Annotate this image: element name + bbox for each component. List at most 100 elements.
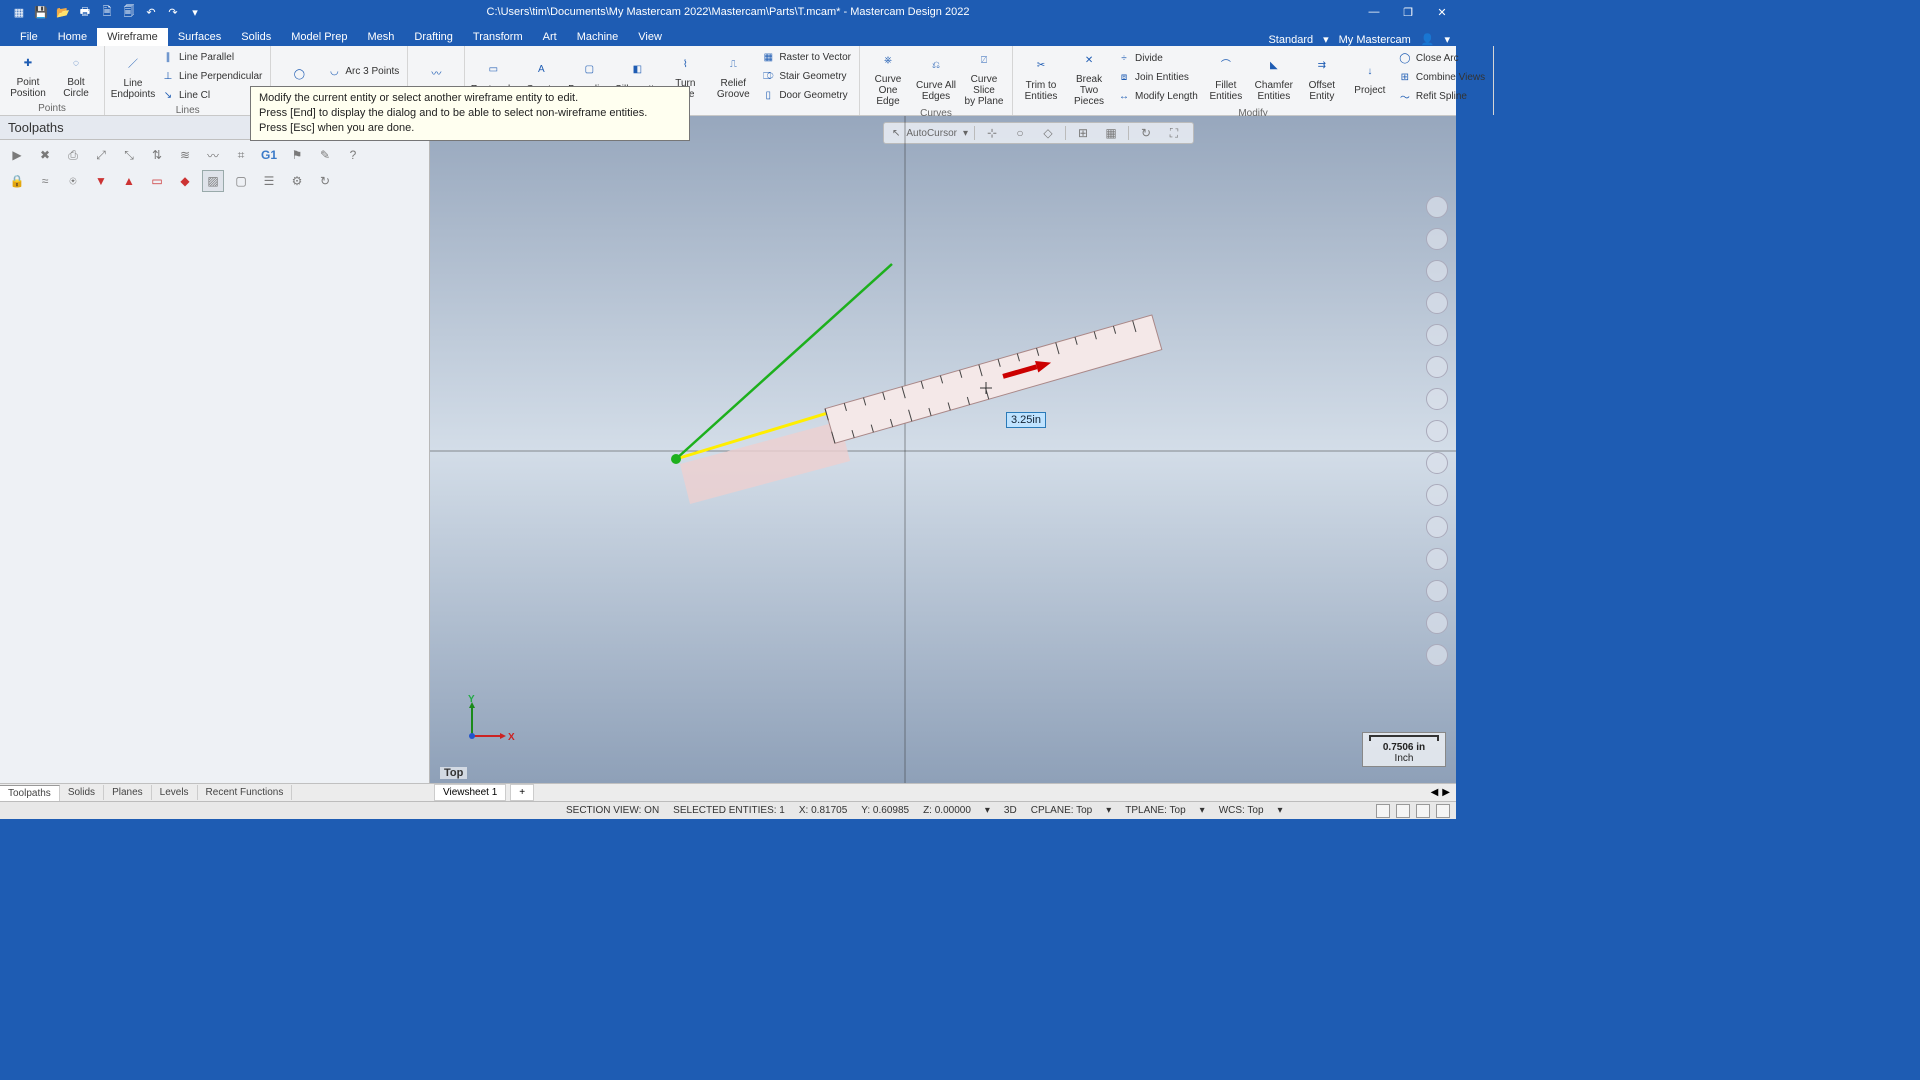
workspace-standard[interactable]: Standard xyxy=(1268,34,1313,46)
collapse-icon[interactable]: ⤡ xyxy=(118,144,140,166)
viewsheet-tab[interactable]: Viewsheet 1 xyxy=(434,784,506,801)
raster-to-vector-button[interactable]: ▦Raster to Vector xyxy=(759,48,853,66)
tab-art[interactable]: Art xyxy=(533,28,567,46)
edit-icon[interactable]: ✎ xyxy=(314,144,336,166)
scroll-left-icon[interactable]: ◀ xyxy=(1431,787,1439,798)
bolt-circle-button[interactable]: ◌Bolt Circle xyxy=(54,51,98,99)
bt-toolpaths[interactable]: Toolpaths xyxy=(0,785,60,801)
refit-spline-button[interactable]: 〜Refit Spline xyxy=(1396,88,1487,106)
rs-top-icon[interactable] xyxy=(1426,420,1448,442)
diamond-red-icon[interactable]: ◆ xyxy=(174,170,196,192)
door-geometry-button[interactable]: ▯Door Geometry xyxy=(759,86,853,104)
undo-icon[interactable]: ↶ xyxy=(144,5,158,19)
status-icon-4[interactable] xyxy=(1436,804,1450,818)
tree-icon[interactable]: ⎙ xyxy=(62,144,84,166)
tab-modelprep[interactable]: Model Prep xyxy=(281,28,357,46)
tab-solids[interactable]: Solids xyxy=(231,28,281,46)
gear-icon[interactable]: ⚙ xyxy=(286,170,308,192)
status-tplane-dropdown-icon[interactable]: ▾ xyxy=(1200,805,1205,816)
stair-geometry-button[interactable]: ⎄Stair Geometry xyxy=(759,67,853,85)
g1-button[interactable]: G1 xyxy=(258,144,280,166)
help-dropdown-icon[interactable]: ▾ xyxy=(1444,33,1450,46)
status-icon-3[interactable] xyxy=(1416,804,1430,818)
combine-views-button[interactable]: ⊞Combine Views xyxy=(1396,69,1487,87)
up-red-icon[interactable]: ▲ xyxy=(118,170,140,192)
tab-surfaces[interactable]: Surfaces xyxy=(168,28,231,46)
divide-button[interactable]: ÷Divide xyxy=(1115,50,1200,68)
status-wcs[interactable]: WCS: Top xyxy=(1219,805,1264,816)
bt-levels[interactable]: Levels xyxy=(152,785,198,800)
rect-red-icon[interactable]: ▭ xyxy=(146,170,168,192)
rs-shade-icon[interactable] xyxy=(1426,356,1448,378)
maximize-button[interactable]: ❐ xyxy=(1398,6,1418,19)
offset-entity-button[interactable]: ⇉Offset Entity xyxy=(1300,54,1344,102)
close-arc-button[interactable]: ◯Close Arc xyxy=(1396,50,1487,68)
print-icon[interactable]: 🖶 xyxy=(78,5,92,19)
ghost-icon[interactable]: ⍟ xyxy=(62,170,84,192)
trim-to-entities-button[interactable]: ✂Trim to Entities xyxy=(1019,54,1063,102)
bt-recent[interactable]: Recent Functions xyxy=(198,785,293,800)
user-icon[interactable]: 👤 xyxy=(1421,33,1435,46)
help-icon[interactable]: ? xyxy=(342,144,364,166)
tab-view[interactable]: View xyxy=(628,28,672,46)
line-parallel-button[interactable]: ∥Line Parallel xyxy=(159,48,264,66)
wave-icon[interactable]: 〰 xyxy=(202,144,224,166)
open-icon[interactable]: 📂 xyxy=(56,5,70,19)
rs-rotate-icon[interactable] xyxy=(1426,260,1448,282)
save-as-icon[interactable]: 🗎 xyxy=(100,5,114,19)
line-perpendicular-button[interactable]: ⊥Line Perpendicular xyxy=(159,67,264,85)
curve-slice-button[interactable]: ⍁Curve Slice by Plane xyxy=(962,48,1006,107)
status-cplane-dropdown-icon[interactable]: ▾ xyxy=(1106,805,1111,816)
status-icon-2[interactable] xyxy=(1396,804,1410,818)
bt-solids[interactable]: Solids xyxy=(60,785,104,800)
modify-length-button[interactable]: ↔Modify Length xyxy=(1115,88,1200,106)
rs-gnomon-icon[interactable] xyxy=(1426,548,1448,570)
save-icon[interactable]: 💾 xyxy=(34,5,48,19)
rs-section-icon[interactable] xyxy=(1426,516,1448,538)
sort-icon[interactable]: ⇅ xyxy=(146,144,168,166)
add-viewsheet-button[interactable]: + xyxy=(510,784,534,801)
qat-dropdown-icon[interactable]: ▾ xyxy=(188,5,202,19)
status-wcs-dropdown-icon[interactable]: ▾ xyxy=(1278,805,1283,816)
box2-icon[interactable]: ▢ xyxy=(230,170,252,192)
arc-3-points-button[interactable]: ◡Arc 3 Points xyxy=(325,62,401,80)
rs-iso-icon[interactable] xyxy=(1426,388,1448,410)
list-icon[interactable]: ☰ xyxy=(258,170,280,192)
file-icon[interactable]: ▦ xyxy=(12,5,26,19)
tab-machine[interactable]: Machine xyxy=(567,28,629,46)
export-icon[interactable]: 🗐 xyxy=(122,5,136,19)
viewport[interactable]: ↖ AutoCursor ▾ ⊹ ○ ◇ ⊞ ▦ ↻ ⛶ xyxy=(430,116,1456,783)
rs-zoom-icon[interactable] xyxy=(1426,196,1448,218)
rs-wire-icon[interactable] xyxy=(1426,324,1448,346)
status-cplane[interactable]: CPLANE: Top xyxy=(1031,805,1093,816)
minimize-button[interactable]: — xyxy=(1364,6,1384,19)
tab-wireframe[interactable]: Wireframe xyxy=(97,28,168,46)
select-icon[interactable]: ▶ xyxy=(6,144,28,166)
refresh-icon[interactable]: ↻ xyxy=(314,170,336,192)
tab-transform[interactable]: Transform xyxy=(463,28,533,46)
rs-front-icon[interactable] xyxy=(1426,452,1448,474)
rs-extra2-icon[interactable] xyxy=(1426,612,1448,634)
line-endpoints-button[interactable]: ／Line Endpoints xyxy=(111,52,155,100)
fillet-entities-button[interactable]: ⌒Fillet Entities xyxy=(1204,54,1248,102)
bt-planes[interactable]: Planes xyxy=(104,785,152,800)
dimension-label[interactable]: 3.25in xyxy=(1006,412,1046,428)
line-closest-button[interactable]: ↘Line Cl xyxy=(159,86,264,104)
break-two-pieces-button[interactable]: ✕Break Two Pieces xyxy=(1067,48,1111,107)
tab-file[interactable]: File xyxy=(10,28,48,46)
tab-home[interactable]: Home xyxy=(48,28,97,46)
status-z-dropdown-icon[interactable]: ▾ xyxy=(985,805,990,816)
scroll-right-icon[interactable]: ▶ xyxy=(1442,787,1450,798)
tab-mesh[interactable]: Mesh xyxy=(357,28,404,46)
rs-pan-icon[interactable] xyxy=(1426,228,1448,250)
active-mode-icon[interactable]: ▨ xyxy=(202,170,224,192)
curve-all-edges-button[interactable]: ⎌Curve All Edges xyxy=(914,54,958,102)
close-button[interactable]: ✕ xyxy=(1432,6,1452,19)
tab-drafting[interactable]: Drafting xyxy=(404,28,463,46)
redo-icon[interactable]: ↷ xyxy=(166,5,180,19)
rs-fit-icon[interactable] xyxy=(1426,292,1448,314)
chamfer-entities-button[interactable]: ◣Chamfer Entities xyxy=(1252,54,1296,102)
join-entities-button[interactable]: ⧈Join Entities xyxy=(1115,69,1200,87)
status-section-view[interactable]: SECTION VIEW: ON xyxy=(566,805,659,816)
status-3d[interactable]: 3D xyxy=(1004,805,1017,816)
